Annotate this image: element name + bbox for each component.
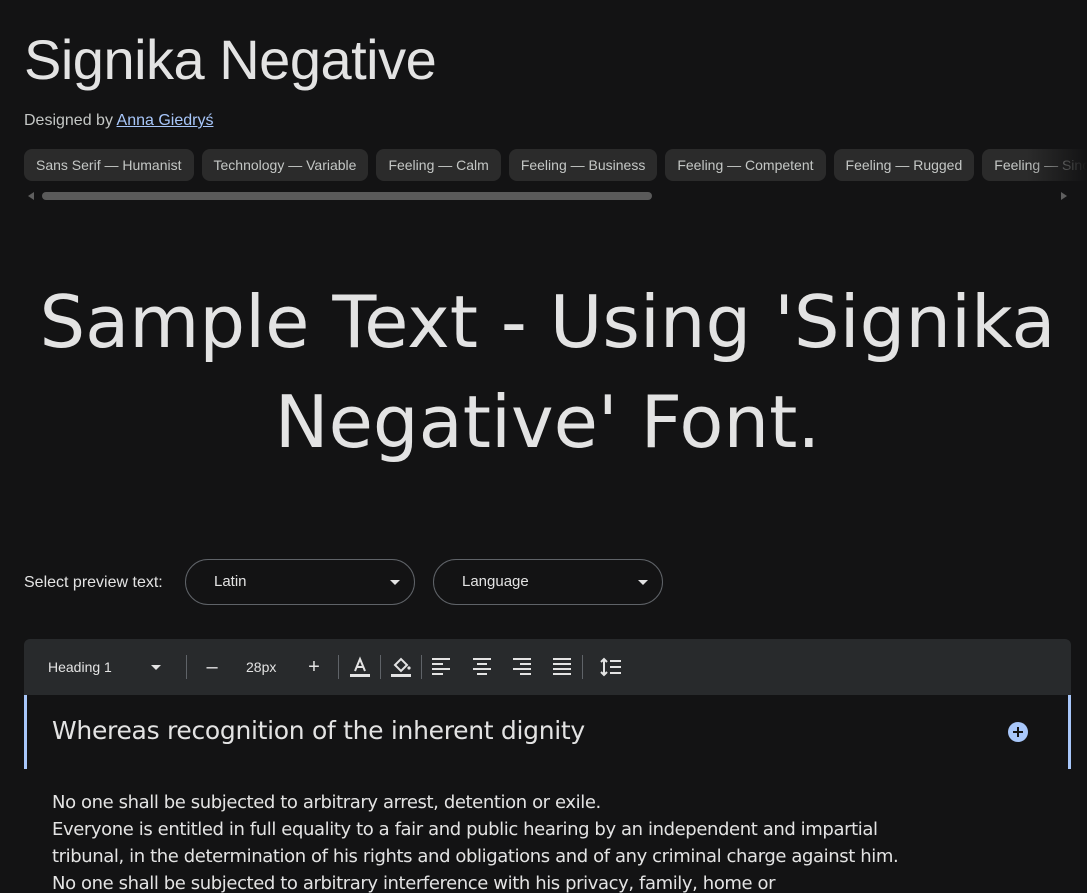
body-line: tribunal, in the determination of his ri… — [52, 846, 899, 867]
decrease-size-button[interactable]: – — [204, 639, 220, 695]
toolbar-divider — [186, 655, 187, 679]
designer-prefix: Designed by — [24, 112, 113, 129]
tag-chip[interactable]: Feeling — Rugged — [833, 149, 975, 181]
tag-chip[interactable]: Sans Serif — Humanist — [24, 149, 194, 181]
toolbar-divider — [582, 655, 583, 679]
chevron-down-icon — [151, 665, 161, 670]
tag-chip[interactable]: Feeling — Business — [508, 149, 658, 181]
scroll-left-arrow-icon[interactable] — [28, 192, 34, 200]
designer-line: Designed by Anna Giedryś — [24, 110, 213, 132]
chevron-down-icon — [638, 580, 648, 585]
chevron-down-icon — [390, 580, 400, 585]
script-select[interactable]: Latin — [185, 559, 415, 605]
toolbar-divider — [380, 655, 381, 679]
focus-indicator-left — [24, 695, 27, 769]
body-line: No one shall be subjected to arbitrary i… — [52, 873, 776, 893]
font-specimen-page: Signika Negative Designed by Anna Giedry… — [0, 0, 1087, 893]
tag-chip[interactable]: Feeling — Competent — [665, 149, 826, 181]
tag-list-fade — [1027, 149, 1087, 181]
focus-indicator-right — [1068, 695, 1071, 769]
designer-link[interactable]: Anna Giedryś — [117, 112, 214, 129]
text-style-select[interactable]: Heading 1 — [48, 639, 168, 695]
editable-body-text[interactable]: No one shall be subjected to arbitrary a… — [52, 789, 1052, 893]
tag-scrollbar[interactable] — [24, 190, 1071, 202]
text-color-icon[interactable] — [348, 655, 372, 679]
language-select-value: Language — [462, 573, 529, 590]
preview-text-label: Select preview text: — [24, 574, 163, 591]
editor-toolbar: Heading 1 – 28px + — [24, 639, 1071, 695]
editable-heading-text[interactable]: Whereas recognition of the inherent dign… — [52, 713, 585, 749]
increase-size-button[interactable]: + — [306, 639, 322, 695]
align-justify-icon[interactable] — [550, 655, 574, 679]
body-line: No one shall be subjected to arbitrary a… — [52, 792, 601, 813]
script-select-value: Latin — [214, 573, 247, 590]
tag-list: Sans Serif — Humanist Technology — Variab… — [24, 149, 1087, 181]
fill-color-icon[interactable] — [389, 655, 413, 679]
toolbar-divider — [421, 655, 422, 679]
editable-heading-block[interactable]: Whereas recognition of the inherent dign… — [24, 695, 1071, 769]
align-right-icon[interactable] — [510, 655, 534, 679]
font-size-value[interactable]: 28px — [246, 639, 286, 695]
body-line: Everyone is entitled in full equality to… — [52, 819, 878, 840]
add-block-icon[interactable] — [1008, 722, 1028, 742]
sample-text-preview: Sample Text - Using 'Signika Negative' F… — [39, 280, 1056, 464]
tag-chip[interactable]: Feeling — Calm — [376, 149, 501, 181]
align-left-icon[interactable] — [429, 655, 453, 679]
font-title: Signika Negative — [24, 28, 437, 91]
text-style-value: Heading 1 — [48, 659, 112, 675]
scroll-right-arrow-icon[interactable] — [1061, 192, 1067, 200]
line-height-icon[interactable] — [599, 655, 623, 679]
language-select[interactable]: Language — [433, 559, 663, 605]
toolbar-divider — [338, 655, 339, 679]
scrollbar-thumb[interactable] — [42, 192, 652, 200]
align-center-icon[interactable] — [470, 655, 494, 679]
tag-chip[interactable]: Technology — Variable — [201, 149, 369, 181]
